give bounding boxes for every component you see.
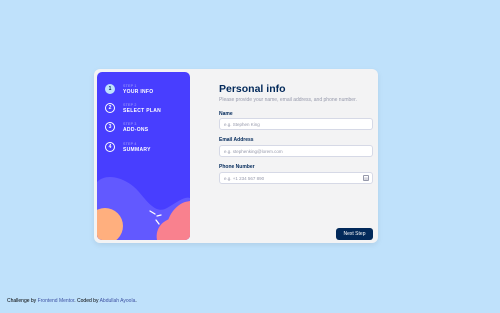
step-4-caption: STEP 4 <box>123 142 137 146</box>
author-link[interactable]: Abdullah Ayoola <box>100 298 136 304</box>
step-1-caption: STEP 1 <box>123 84 137 88</box>
name-input[interactable] <box>219 118 373 130</box>
page-subtitle: Please provide your name, email address,… <box>219 97 357 103</box>
email-input[interactable] <box>219 145 373 157</box>
page-title: Personal info <box>219 83 286 95</box>
form-card: 1 STEP 1 YOUR INFO 2 STEP 2 SELECT PLAN … <box>94 69 378 243</box>
step-3-title: ADD-ONS <box>123 127 149 133</box>
name-label: Name <box>219 111 233 117</box>
step-2-caption: STEP 2 <box>123 103 137 107</box>
phone-label: Phone Number <box>219 164 255 170</box>
step-3-caption: STEP 3 <box>123 122 137 126</box>
attribution-middle: . Coded by <box>74 298 99 304</box>
step-4-number: 4 <box>105 142 115 152</box>
email-label: Email Address <box>219 137 254 143</box>
attribution-prefix: Challenge by <box>7 298 37 304</box>
contact-card-icon[interactable]: ▤ <box>363 175 369 181</box>
attribution: Challenge by Frontend Mentor. Coded by A… <box>7 298 137 304</box>
next-step-button[interactable]: Next Step <box>336 228 373 240</box>
phone-input[interactable] <box>219 172 373 184</box>
attribution-suffix: . <box>135 298 137 304</box>
step-3-number: 3 <box>105 122 115 132</box>
steps-sidebar: 1 STEP 1 YOUR INFO 2 STEP 2 SELECT PLAN … <box>97 72 190 240</box>
step-2-title: SELECT PLAN <box>123 108 162 114</box>
frontend-mentor-link[interactable]: Frontend Mentor <box>38 298 75 304</box>
step-1-title: YOUR INFO <box>123 89 154 95</box>
step-4-title: SUMMARY <box>123 147 151 153</box>
step-2-number: 2 <box>105 103 115 113</box>
step-1-number: 1 <box>105 84 115 94</box>
sidebar-decoration <box>97 177 190 240</box>
